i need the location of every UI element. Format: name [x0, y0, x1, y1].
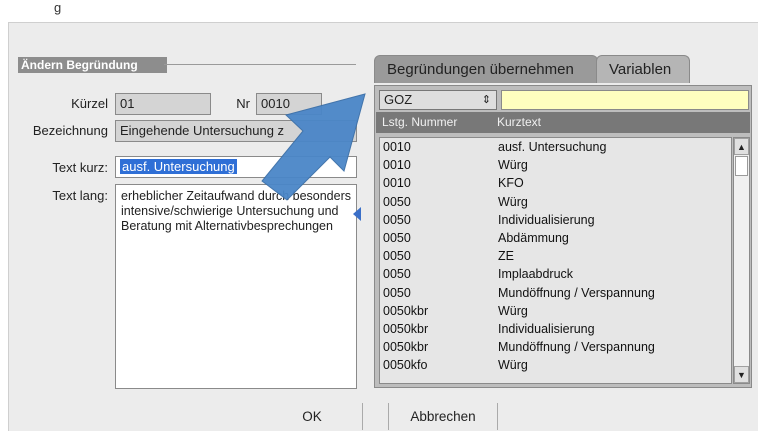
button-divider: [362, 403, 363, 430]
catalog-select[interactable]: GOZ ⇕: [379, 90, 497, 110]
cell-nummer: 0050kbr: [383, 321, 429, 336]
table-row[interactable]: 0050 Abdämmung: [380, 229, 731, 247]
tab-begruendungen[interactable]: Begründungen übernehmen: [374, 55, 598, 83]
cell-nummer: 0050: [383, 230, 411, 245]
table-row[interactable]: 0050 Individualisierung: [380, 211, 731, 229]
catalog-select-value: GOZ: [384, 92, 413, 107]
textkurz-field[interactable]: ausf. Untersuchung: [115, 156, 357, 178]
tab-variablen[interactable]: Variablen: [596, 55, 690, 83]
cell-kurztext: ZE: [498, 249, 514, 264]
scroll-down-icon[interactable]: ▼: [734, 366, 749, 383]
group-divider: [164, 64, 356, 65]
cell-kurztext: Implaabdruck: [498, 267, 574, 282]
group-title: Ändern Begründung: [18, 57, 167, 73]
cell-kurztext: KFO: [498, 176, 524, 191]
kuerzel-label: Kürzel: [71, 96, 108, 111]
table-row[interactable]: 0050 ZE: [380, 247, 731, 265]
textlang-field[interactable]: erheblicher Zeitaufwand durch besonders …: [115, 184, 357, 389]
textkurz-label: Text kurz:: [52, 160, 108, 175]
cell-kurztext: Würg: [498, 358, 528, 373]
header-kurztext[interactable]: Kurztext: [497, 112, 541, 133]
cell-kurztext: Würg: [498, 303, 528, 318]
scroll-up-icon[interactable]: ▲: [734, 138, 749, 155]
kuerzel-field[interactable]: 01: [115, 93, 211, 115]
cell-nummer: 0010: [383, 140, 411, 154]
cell-nummer: 0050kbr: [383, 340, 429, 355]
cell-nummer: 0050: [383, 212, 411, 227]
table-row[interactable]: 0050 Würg: [380, 193, 731, 211]
cell-nummer: 0050: [383, 285, 411, 300]
table-row[interactable]: 0050 Mundöffnung / Verspannung: [380, 284, 731, 302]
cell-kurztext: Mundöffnung / Verspannung: [498, 340, 655, 355]
cell-nummer: 0050kfo: [383, 358, 428, 373]
updown-arrows-icon: ⇕: [481, 94, 491, 106]
ok-button[interactable]: OK: [262, 403, 362, 430]
table-row[interactable]: 0050kbr Mundöffnung / Verspannung: [380, 338, 731, 356]
header-lstg-nummer[interactable]: Lstg. Nummer: [382, 112, 457, 133]
cell-kurztext: Individualisierung: [498, 212, 595, 227]
table-row[interactable]: 0010 ausf. Untersuchung: [380, 138, 731, 156]
table-row[interactable]: 0050kbr Würg: [380, 302, 731, 320]
nr-field[interactable]: 0010: [256, 93, 322, 115]
cell-nummer: 0050: [383, 194, 411, 209]
cell-nummer: 0010: [383, 158, 411, 173]
top-strip-text: g: [54, 0, 62, 15]
table-row[interactable]: 0010 KFO: [380, 174, 731, 192]
search-input[interactable]: [501, 90, 749, 110]
cell-kurztext: Abdämmung: [498, 230, 569, 245]
cell-nummer: 0050: [383, 249, 411, 264]
cell-nummer: 0050kbr: [383, 303, 429, 318]
textlang-label: Text lang:: [52, 188, 108, 203]
bezeichnung-field[interactable]: Eingehende Untersuchung z: [115, 120, 357, 142]
cancel-button[interactable]: Abbrechen: [388, 403, 498, 430]
cell-nummer: 0010: [383, 176, 411, 191]
splitter-marker-icon[interactable]: [353, 207, 361, 221]
textkurz-value: ausf. Untersuchung: [120, 159, 237, 174]
table-header: Lstg. Nummer Kurztext: [376, 112, 750, 133]
table-row[interactable]: 0050kfo Würg: [380, 356, 731, 374]
cell-nummer: 0050: [383, 267, 411, 282]
cell-kurztext: Würg: [498, 194, 528, 209]
table-row[interactable]: 0010 Würg: [380, 156, 731, 174]
cell-kurztext: Würg: [498, 158, 528, 173]
table-body: 0010 ausf. Untersuchung 0010 Würg 0010 KFO …: [379, 137, 732, 384]
cell-kurztext: ausf. Untersuchung: [498, 140, 607, 154]
table-row[interactable]: 0050kbr Individualisierung: [380, 320, 731, 338]
cell-kurztext: Individualisierung: [498, 321, 595, 336]
nr-label: Nr: [236, 96, 250, 111]
table-scrollbar[interactable]: ▲ ▼: [733, 137, 750, 384]
scroll-thumb[interactable]: [735, 156, 748, 176]
table-row[interactable]: 0050 Implaabdruck: [380, 265, 731, 283]
cell-kurztext: Mundöffnung / Verspannung: [498, 285, 655, 300]
bezeichnung-label: Bezeichnung: [32, 123, 108, 138]
